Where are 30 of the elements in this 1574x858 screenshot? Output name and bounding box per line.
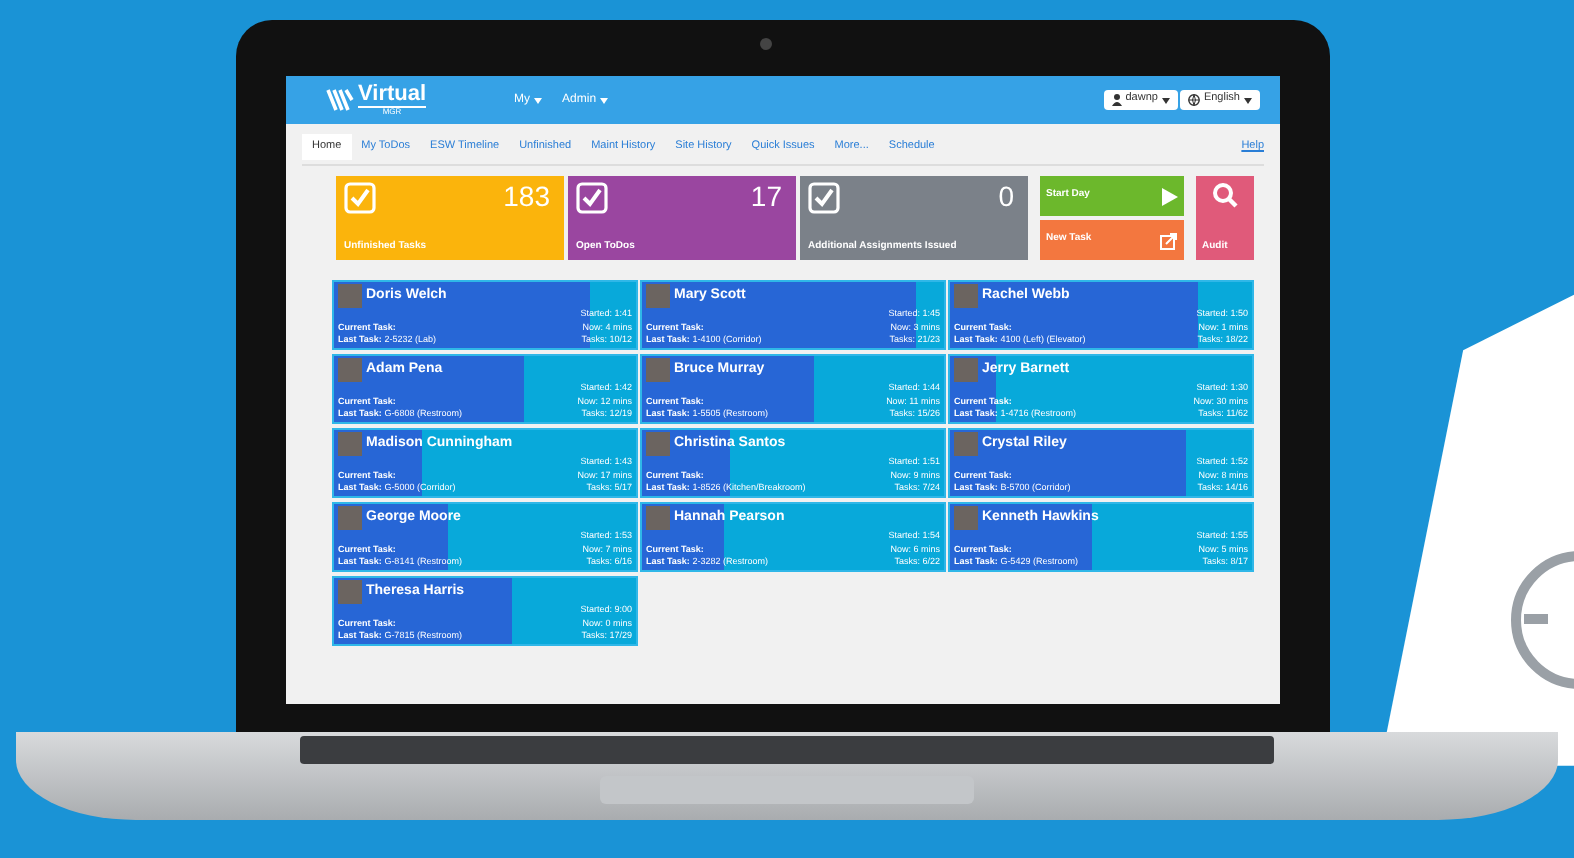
avatar-placeholder xyxy=(954,284,978,308)
avatar-placeholder xyxy=(338,432,362,456)
tile-count: 0 xyxy=(998,182,1014,210)
avatar-placeholder xyxy=(954,506,978,530)
user-icon xyxy=(1111,94,1122,106)
avatar-placeholder xyxy=(646,284,670,308)
caret-icon xyxy=(534,97,543,103)
caret-icon xyxy=(600,97,609,103)
avatar-placeholder xyxy=(338,580,362,604)
share-icon xyxy=(1160,231,1178,249)
avatar-placeholder xyxy=(338,284,362,308)
checkbox-icon xyxy=(808,182,840,214)
checkbox-icon xyxy=(344,182,376,214)
caret-icon xyxy=(1244,97,1252,103)
avatar-placeholder xyxy=(646,358,670,382)
search-icon xyxy=(1212,182,1238,208)
play-icon xyxy=(1160,187,1178,205)
checkbox-icon xyxy=(576,182,608,214)
globe-icon xyxy=(1187,94,1200,106)
avatar-placeholder xyxy=(954,432,978,456)
avatar-placeholder xyxy=(954,358,978,382)
logo-text: Virtual xyxy=(358,84,427,106)
avatar-placeholder xyxy=(646,506,670,530)
tile-count: 17 xyxy=(750,182,782,210)
avatar-placeholder xyxy=(338,358,362,382)
tile-count: 183 xyxy=(503,182,550,210)
caret-icon xyxy=(1161,97,1170,103)
logo-icon xyxy=(326,88,354,112)
avatar-placeholder xyxy=(338,506,362,530)
avatar-placeholder xyxy=(646,432,670,456)
